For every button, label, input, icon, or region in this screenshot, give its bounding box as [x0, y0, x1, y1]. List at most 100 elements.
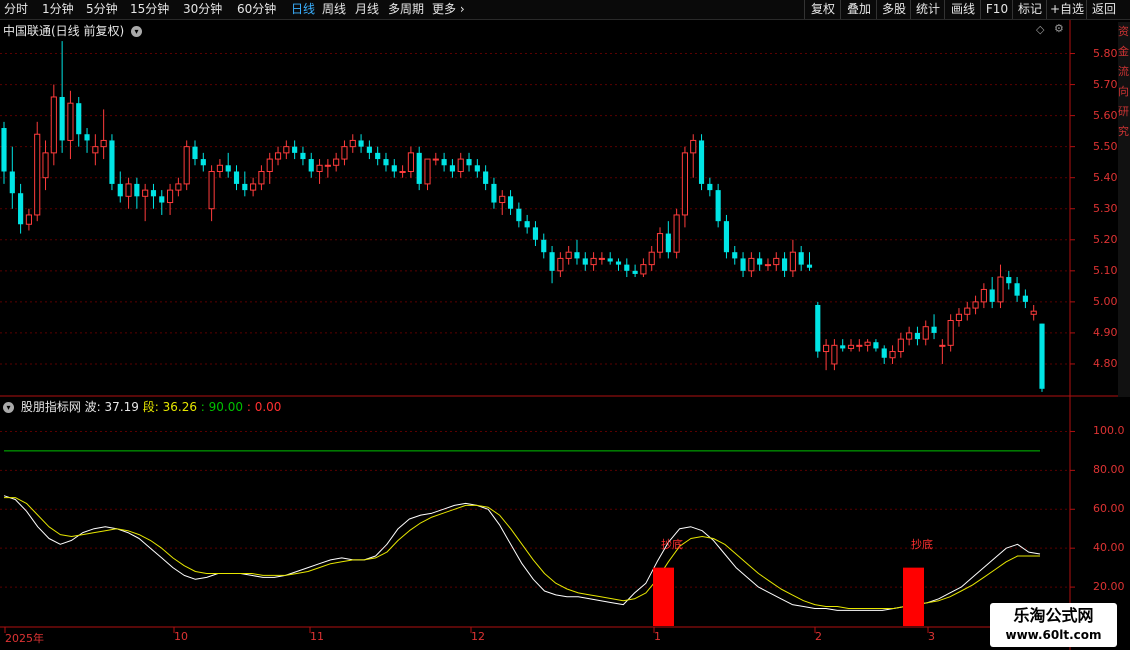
diamond-icon[interactable]: ◇	[1036, 23, 1044, 36]
buy-signal-bar	[903, 567, 924, 626]
chevron-down-icon[interactable]: ▾	[131, 26, 143, 37]
candle	[789, 239, 796, 278]
tab-30min[interactable]: 30分钟	[183, 1, 222, 18]
multi-stock-button[interactable]: 多股	[876, 0, 911, 19]
stats-button[interactable]: 统计	[910, 0, 945, 19]
add-watchlist-button[interactable]: +自选	[1046, 0, 1087, 19]
overlay-button[interactable]: 叠加	[840, 0, 877, 19]
candle-body	[632, 270, 638, 274]
tab-monthly[interactable]: 月线	[355, 1, 379, 18]
tab-1min[interactable]: 1分钟	[42, 1, 74, 18]
tab-60min[interactable]: 60分钟	[237, 1, 276, 18]
candle-body	[142, 189, 149, 197]
fuquan-button[interactable]: 复权	[804, 0, 841, 19]
candle	[125, 177, 132, 209]
candle-body	[100, 139, 107, 148]
x-label: 10	[174, 630, 188, 643]
x-label: 11	[310, 630, 324, 643]
candle	[416, 146, 422, 191]
tab-weekly[interactable]: 周线	[322, 1, 346, 18]
tab-fenshi[interactable]: 分时	[4, 1, 28, 18]
candle	[292, 140, 298, 160]
candle-body	[159, 196, 165, 203]
candle-body	[665, 233, 671, 253]
candle-body	[789, 251, 796, 272]
candle	[375, 146, 381, 166]
tab-more[interactable]: 更多 ›	[432, 1, 465, 18]
candle-body	[823, 344, 830, 353]
candle-body	[192, 146, 198, 160]
candle	[607, 252, 613, 265]
watermark-title: 乐淘公式网	[1013, 606, 1094, 625]
candle-body	[383, 159, 389, 166]
candle	[847, 339, 855, 352]
draw-line-button[interactable]: 画线	[944, 0, 981, 19]
candle	[757, 252, 763, 271]
candle-body	[707, 183, 713, 191]
candle	[931, 314, 937, 340]
watermark-badge: 乐淘公式网 www.60lt.com	[990, 603, 1117, 647]
candle-body	[250, 183, 257, 191]
chevron-down-icon[interactable]: ▾	[3, 402, 14, 413]
candle	[1030, 304, 1037, 321]
candle	[947, 314, 954, 352]
indicator-tick-label: 60.00	[1093, 502, 1125, 516]
tab-multi-period[interactable]: 多周期	[388, 1, 424, 18]
signal-label: 抄底	[661, 538, 683, 551]
f10-button[interactable]: F10	[980, 0, 1013, 19]
candle-body	[980, 288, 987, 303]
candle	[391, 159, 397, 178]
candle	[491, 177, 497, 209]
candle	[764, 258, 772, 271]
candle-body	[9, 171, 15, 194]
tab-daily[interactable]: 日线	[291, 1, 315, 18]
candle	[9, 146, 15, 209]
candle	[499, 190, 506, 215]
candle-body	[748, 257, 755, 272]
candle	[383, 152, 389, 172]
gear-icon[interactable]: ⚙	[1054, 22, 1064, 35]
chart-grid	[0, 20, 1118, 650]
candle-body	[873, 342, 879, 349]
candle	[250, 177, 257, 197]
candle-body	[308, 159, 314, 172]
candle	[748, 252, 755, 278]
chevron-right-icon: ›	[459, 2, 465, 16]
price-tick-label: 5.50	[1093, 139, 1118, 153]
candle-body	[624, 264, 630, 271]
candle-body	[258, 170, 265, 185]
candle-body	[25, 214, 32, 225]
candle	[407, 146, 414, 178]
x-label: 3	[928, 630, 935, 643]
candle	[524, 214, 530, 234]
candle-body	[109, 140, 115, 184]
candle	[723, 214, 730, 259]
candle-body	[582, 258, 588, 265]
back-button[interactable]: 返回	[1086, 0, 1121, 19]
candle	[549, 245, 555, 284]
candle	[258, 165, 265, 191]
candle	[42, 140, 49, 191]
indicator-tick-label: 20.00	[1093, 580, 1125, 594]
candle-body	[840, 345, 846, 349]
candle-body	[615, 261, 622, 265]
candle	[831, 339, 838, 371]
candle	[565, 245, 572, 265]
candle-body	[491, 183, 497, 203]
candle	[67, 90, 74, 160]
mark-button[interactable]: 标记	[1012, 0, 1047, 19]
price-tick-label: 4.80	[1093, 356, 1118, 370]
candle	[117, 171, 123, 203]
tab-5min[interactable]: 5分钟	[86, 1, 118, 18]
candle-body	[50, 96, 57, 154]
tab-15min[interactable]: 15分钟	[130, 1, 169, 18]
candle-body	[549, 252, 555, 271]
candle-body	[266, 158, 273, 172]
candle-body	[175, 183, 182, 191]
candle-body	[815, 304, 821, 352]
candle-body	[1014, 283, 1020, 296]
x-label: 2025年	[5, 632, 44, 645]
candle-body	[150, 190, 157, 197]
candle	[266, 152, 273, 184]
candle-body	[989, 289, 995, 302]
